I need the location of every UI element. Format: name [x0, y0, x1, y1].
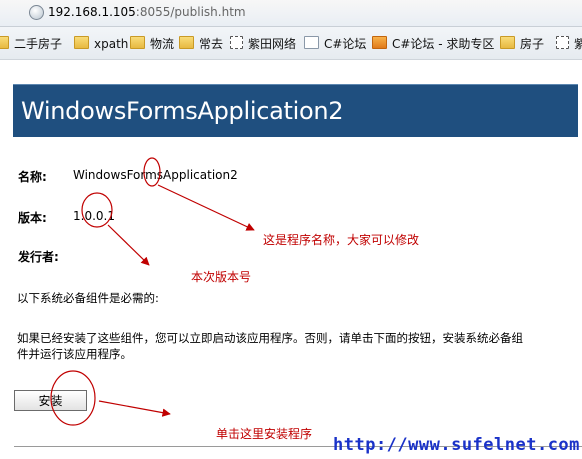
name-circle	[143, 157, 161, 187]
install-annotation: 单击这里安装程序	[216, 427, 313, 441]
install-circle	[50, 370, 96, 426]
name-annotation: 这是程序名称，大家可以修改	[263, 233, 420, 247]
version-annotation: 本次版本号	[191, 270, 252, 284]
install-arrow	[98, 400, 171, 417]
name-arrow	[157, 184, 255, 231]
watermark-text: http://www.sufelnet.com	[333, 435, 580, 455]
annotation-overlay	[50, 157, 255, 426]
version-arrow	[107, 224, 150, 266]
version-circle	[81, 192, 113, 228]
